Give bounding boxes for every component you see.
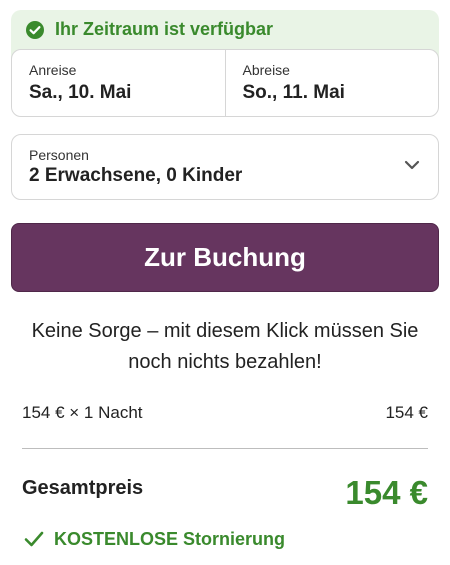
reassurance-note: Keine Sorge – mit diesem Klick müssen Si… — [0, 316, 450, 378]
arrival-value: Sa., 10. Mai — [29, 82, 132, 103]
date-range-picker: Anreise Sa., 10. Mai Abreise So., 11. Ma… — [11, 49, 439, 117]
guests-select[interactable]: Personen 2 Erwachsene, 0 Kinder — [11, 134, 439, 200]
total-price-amount: 154 € — [345, 474, 428, 511]
arrival-label: Anreise — [29, 62, 77, 78]
guests-label: Personen — [29, 147, 89, 163]
arrival-date-field[interactable]: Anreise Sa., 10. Mai — [12, 50, 225, 116]
total-price-label: Gesamtpreis — [22, 477, 144, 499]
departure-label: Abreise — [242, 62, 290, 78]
availability-text: Ihr Zeitraum ist verfügbar — [55, 19, 274, 39]
divider — [22, 448, 428, 449]
guests-value: 2 Erwachsene, 0 Kinder — [29, 165, 243, 186]
reassurance-line-1: Keine Sorge – mit diesem Klick müssen Si… — [31, 320, 419, 342]
check-icon — [24, 531, 44, 547]
book-button[interactable]: Zur Buchung — [11, 223, 439, 292]
price-line-label: 154 € × 1 Nacht — [22, 403, 143, 422]
reassurance-line-2: noch nichts bezahlen! — [128, 351, 322, 373]
price-line-amount: 154 € — [385, 403, 428, 422]
chevron-down-icon — [404, 160, 420, 170]
departure-value: So., 11. Mai — [242, 82, 345, 103]
check-circle-icon — [26, 21, 44, 39]
free-cancellation-text: KOSTENLOSE Stornierung — [54, 529, 286, 549]
departure-date-field[interactable]: Abreise So., 11. Mai — [224, 50, 439, 116]
